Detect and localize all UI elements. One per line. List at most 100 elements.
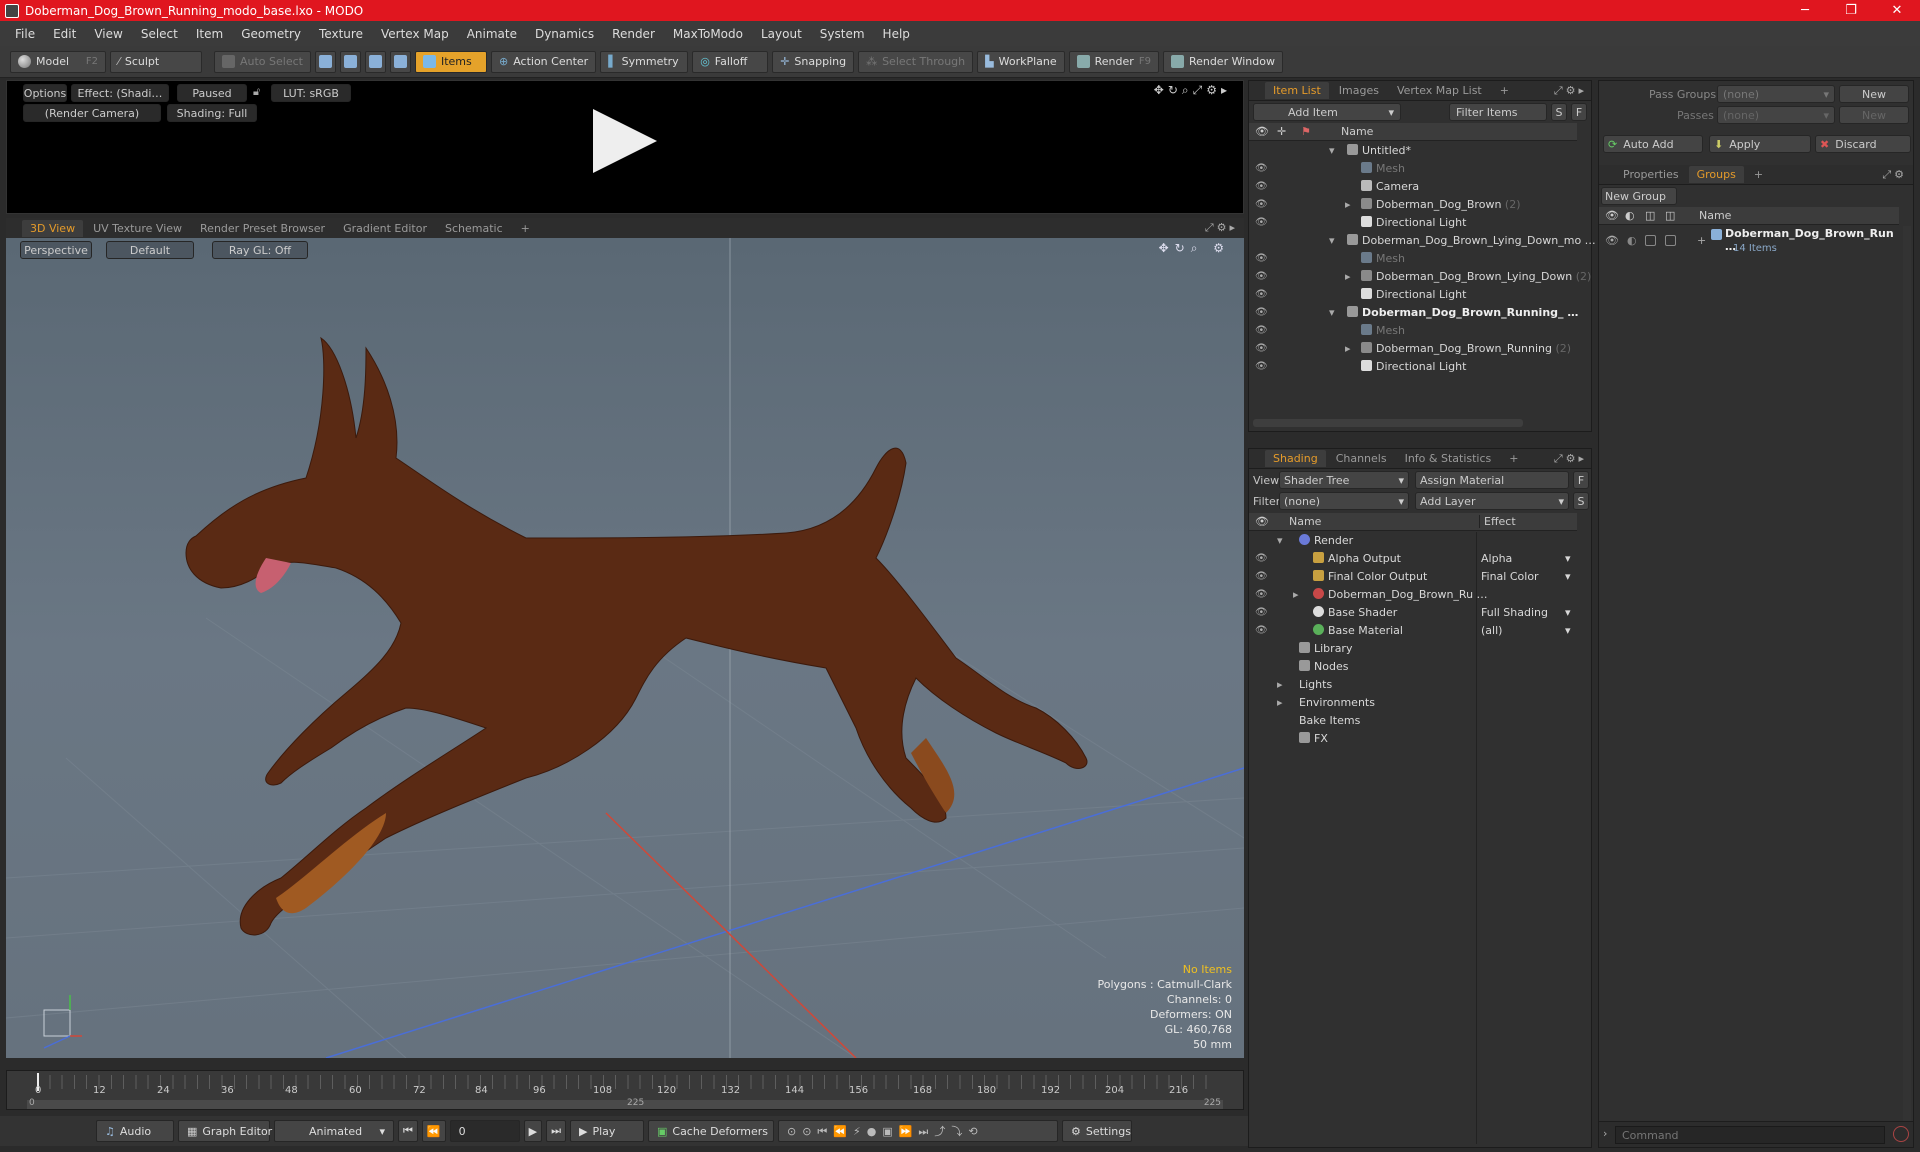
select-checkbox[interactable]: [1665, 235, 1676, 246]
chevron-down-icon[interactable]: ▾: [1565, 552, 1571, 565]
timeline[interactable]: 0 12 24 36 48 60 72 84 96 108 120 132 14…: [6, 1070, 1244, 1110]
tree-row-light[interactable]: 👁︎ Directional Light: [1249, 358, 1577, 376]
tab-properties[interactable]: Properties: [1615, 166, 1687, 183]
audio-button[interactable]: ♫ Audio: [96, 1120, 174, 1142]
preview-shading-dropdown[interactable]: Shading: Full: [167, 104, 257, 122]
new-pass-button[interactable]: New: [1839, 106, 1909, 124]
menu-system[interactable]: System: [811, 27, 874, 41]
visibility-eye-icon[interactable]: 👁︎: [1255, 253, 1268, 264]
items-mode-button[interactable]: Items: [414, 50, 487, 73]
visibility-eye-icon[interactable]: 👁︎: [1255, 307, 1268, 318]
menu-texture[interactable]: Texture: [310, 27, 372, 41]
chevron-down-icon[interactable]: ▾: [1565, 570, 1571, 583]
minimize-button[interactable]: ─: [1782, 0, 1828, 21]
menu-dynamics[interactable]: Dynamics: [526, 27, 603, 41]
go-start-button[interactable]: ⏮: [398, 1120, 418, 1142]
preview-nav-icons[interactable]: ✥↻⌕⤢⚙▸: [1154, 83, 1231, 98]
tab-3d-view[interactable]: 3D View: [22, 219, 84, 237]
workplane-button[interactable]: ▙ WorkPlane: [977, 50, 1065, 73]
visibility-eye-icon[interactable]: 👁︎: [1255, 271, 1268, 282]
shader-row-base-shader[interactable]: 👁︎ Base Shader Full Shading ▾: [1249, 604, 1577, 622]
tab-gradient-editor[interactable]: Gradient Editor: [335, 220, 435, 237]
apply-button[interactable]: ⬇ Apply: [1709, 135, 1811, 153]
right-vscrollbar[interactable]: [1903, 226, 1911, 1126]
s-button[interactable]: S: [1573, 492, 1589, 510]
maximize-button[interactable]: ❐: [1828, 0, 1874, 21]
visibility-eye-icon[interactable]: 👁︎: [1255, 589, 1268, 600]
tab-render-preset-browser[interactable]: Render Preset Browser: [192, 220, 333, 237]
visibility-eye-icon[interactable]: 👁︎: [1255, 199, 1268, 210]
tab-info-statistics[interactable]: Info & Statistics: [1397, 450, 1500, 467]
prev-key-button[interactable]: ⏪: [421, 1120, 446, 1142]
menu-item[interactable]: Item: [187, 27, 232, 41]
lock-icon[interactable]: 🔓︎: [253, 85, 260, 99]
menu-help[interactable]: Help: [874, 27, 919, 41]
sculpt-mode-button[interactable]: ⁄ Sculpt: [110, 50, 202, 73]
tree-row-scene[interactable]: ▾ Untitled*: [1249, 142, 1577, 160]
panel-corner-icons[interactable]: ⤢⚙▸: [1554, 84, 1587, 98]
visibility-eye-icon[interactable]: 👁︎: [1255, 571, 1268, 582]
preview-camera-dropdown[interactable]: (Render Camera): [23, 104, 161, 122]
preview-effect-dropdown[interactable]: Effect: (Shadi…: [71, 84, 169, 102]
falloff-button[interactable]: ◎ Falloff: [692, 50, 769, 73]
add-tab-button[interactable]: +: [1492, 82, 1517, 99]
panel-corner-icons[interactable]: ⤢⚙: [1882, 168, 1907, 182]
auto-add-button[interactable]: ⟳ Auto Add: [1603, 135, 1703, 153]
select-through-button[interactable]: ⁂ Select Through: [858, 50, 974, 73]
menu-vertex-map[interactable]: Vertex Map: [372, 27, 458, 41]
play-icon[interactable]: [593, 109, 657, 173]
chevron-down-icon[interactable]: ▾: [1565, 624, 1571, 637]
add-layer-dropdown[interactable]: Add Layer ▾: [1415, 492, 1569, 510]
vertices-mode-button[interactable]: [314, 50, 336, 73]
visibility-eye-icon[interactable]: 👁︎: [1255, 181, 1268, 192]
materials-mode-button[interactable]: [389, 50, 411, 73]
tab-schematic[interactable]: Schematic: [437, 220, 511, 237]
tab-vertex-map-list[interactable]: Vertex Map List: [1389, 82, 1490, 99]
tab-images[interactable]: Images: [1331, 82, 1387, 99]
f-button[interactable]: F: [1573, 471, 1589, 489]
tab-uv-texture-view[interactable]: UV Texture View: [85, 220, 190, 237]
assign-material-field[interactable]: Assign Material: [1415, 471, 1569, 489]
viewport-nav-icons[interactable]: ✥↻⌕ ⚙: [1159, 241, 1230, 256]
settings-button[interactable]: ⚙ Settings: [1061, 1120, 1132, 1142]
add-item-dropdown[interactable]: Add Item ▾: [1253, 103, 1401, 121]
visibility-eye-icon[interactable]: 👁︎: [1255, 217, 1268, 228]
menu-view[interactable]: View: [85, 27, 131, 41]
animated-dropdown[interactable]: Animated ▾: [274, 1120, 394, 1142]
expand-icon[interactable]: +: [1697, 234, 1706, 247]
menu-animate[interactable]: Animate: [458, 27, 526, 41]
viewport-corner-icons[interactable]: ⤢⚙▸: [1205, 221, 1238, 235]
visibility-eye-icon[interactable]: 👁︎: [1255, 163, 1268, 174]
filter-s-button[interactable]: S: [1551, 103, 1567, 121]
add-tab-button[interactable]: +: [1501, 450, 1526, 467]
auto-select-button[interactable]: Auto Select: [214, 50, 311, 73]
tree-row-group[interactable]: 👁︎ ▸ Doberman_Dog_Brown_Lying_Down (2): [1249, 268, 1591, 286]
play-button[interactable]: ▶ Play: [569, 1120, 644, 1142]
tree-row-mesh[interactable]: 👁︎ Mesh: [1249, 322, 1577, 340]
close-button[interactable]: ✕: [1874, 0, 1920, 21]
add-tab-button[interactable]: +: [513, 220, 538, 237]
add-tab-button[interactable]: +: [1746, 166, 1771, 183]
group-row[interactable]: 👁︎ ◐ + Doberman_Dog_Brown_Run … 14 Items: [1599, 226, 1899, 260]
shader-row-final-color-output[interactable]: 👁︎ Final Color Output Final Color ▾: [1249, 568, 1577, 586]
preview-paused-button[interactable]: Paused: [177, 84, 247, 102]
tree-row-camera[interactable]: 👁︎ Camera: [1249, 178, 1577, 196]
preview-lut-dropdown[interactable]: LUT: sRGB: [271, 84, 351, 102]
visibility-eye-icon[interactable]: 👁︎: [1255, 361, 1268, 372]
tree-row-scene-active[interactable]: 👁︎ ▾ Doberman_Dog_Brown_Running_ …: [1249, 304, 1578, 322]
render-button[interactable]: Render F9: [1068, 50, 1159, 73]
perspective-dropdown[interactable]: Perspective: [20, 241, 92, 259]
lock-checkbox[interactable]: [1645, 235, 1656, 246]
tree-row-scene[interactable]: ▾ Doberman_Dog_Brown_Lying_Down_mo …: [1249, 232, 1596, 250]
raygl-dropdown[interactable]: Ray GL: Off: [212, 241, 308, 259]
next-frame-button[interactable]: ▶: [523, 1120, 543, 1142]
visibility-eye-icon[interactable]: 👁︎: [1255, 289, 1268, 300]
symmetry-button[interactable]: ▌ Symmetry: [600, 50, 689, 73]
shader-row-nodes[interactable]: Nodes: [1249, 658, 1577, 676]
tree-row-light[interactable]: 👁︎ Directional Light: [1249, 214, 1577, 232]
transport-tools-strip[interactable]: ⊙⊙⏮⏪⚡●▣⏩⏭⤴⤵⟲: [777, 1120, 1058, 1142]
item-list-hscrollbar[interactable]: [1253, 419, 1523, 427]
panel-corner-icons[interactable]: ⤢⚙▸: [1554, 452, 1587, 466]
filter-items-field[interactable]: Filter Items: [1449, 103, 1547, 121]
render-window-button[interactable]: Render Window: [1162, 50, 1283, 73]
